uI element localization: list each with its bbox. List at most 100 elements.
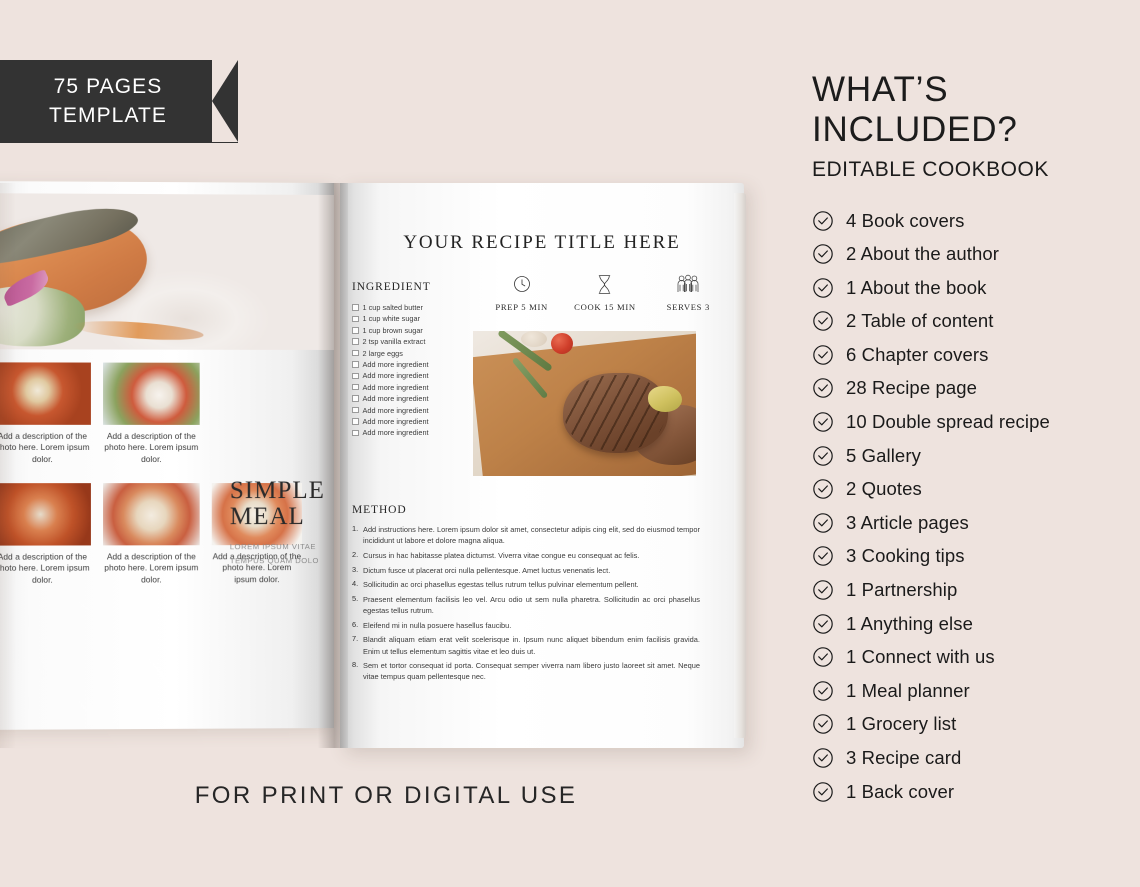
- ingredient-item[interactable]: 1 cup white sugar: [352, 314, 477, 323]
- check-circle-icon: [813, 277, 833, 298]
- ingredient-item[interactable]: Add more ingredient: [352, 417, 477, 426]
- checklist-item[interactable]: 5 Gallery: [812, 444, 1132, 468]
- method-step-number: 1.: [352, 524, 359, 533]
- ingredient-item[interactable]: 1 cup brown sugar: [352, 326, 477, 335]
- checklist-item[interactable]: 2 Quotes: [812, 477, 1132, 501]
- thumbnail-row-top: Add a description of the photo here. Lor…: [0, 362, 200, 465]
- method-step: 4. Sollicitudin ac orci phasellus egestas…: [352, 579, 700, 590]
- checklist-item[interactable]: 1 Anything else: [812, 612, 1132, 636]
- panel-title-line-1: WHAT’S: [812, 70, 949, 109]
- ingredient-item[interactable]: Add more ingredient: [352, 406, 477, 415]
- checklist-item[interactable]: 1 Meal planner: [812, 679, 1132, 703]
- checkbox-icon[interactable]: [352, 349, 359, 357]
- headline-line-2: MEAL: [229, 502, 305, 530]
- ingredient-item[interactable]: Add more ingredient: [352, 360, 477, 369]
- method-step-number: 8.: [352, 660, 359, 670]
- checklist-item-label: 3 Recipe card: [846, 747, 962, 768]
- checkbox-icon[interactable]: [352, 429, 359, 437]
- ingredient-item[interactable]: Add more ingredient: [352, 371, 477, 380]
- recipe-title: YOUR RECIPE TITLE HERE: [403, 232, 681, 253]
- people-icon: [647, 271, 730, 297]
- checkbox-icon[interactable]: [352, 406, 359, 414]
- ingredient-label: Add more ingredient: [362, 359, 429, 369]
- checklist-item[interactable]: 3 Recipe card: [812, 746, 1132, 770]
- check-circle-icon: [813, 311, 833, 332]
- checklist-item[interactable]: 2 About the author: [812, 242, 1132, 266]
- ingredient-item[interactable]: 2 tsp vanilla extract: [352, 337, 477, 346]
- checkbox-icon[interactable]: [352, 395, 359, 402]
- ingredient-label: Add more ingredient: [362, 416, 429, 426]
- ingredient-item[interactable]: Add more ingredient: [352, 394, 477, 403]
- checkbox-icon[interactable]: [352, 372, 359, 380]
- checklist-item[interactable]: 3 Cooking tips: [812, 544, 1132, 568]
- thumbnail-photo-spaghetti: [0, 362, 91, 425]
- book-left-page: Add a description of the photo here. Lor…: [0, 181, 334, 730]
- ingredient-label: Add more ingredient: [362, 394, 429, 404]
- ingredient-item[interactable]: Add more ingredient: [352, 428, 477, 437]
- check-circle-icon: [813, 714, 833, 735]
- ribbon-line-2: TEMPLATE: [48, 103, 168, 127]
- thumbnail-photo-penne: [0, 483, 91, 546]
- checklist-item[interactable]: 6 Chapter covers: [812, 343, 1132, 367]
- checkbox-icon[interactable]: [352, 361, 359, 368]
- checklist-item-label: 1 Partnership: [846, 579, 958, 601]
- checkbox-icon[interactable]: [352, 315, 359, 323]
- pages-ribbon-badge: 75 PAGES TEMPLATE: [0, 60, 238, 143]
- recipe-meta-serves: SERVES 3: [647, 271, 730, 312]
- ingredient-label: 1 cup brown sugar: [362, 325, 423, 335]
- checklist-item[interactable]: 28 Recipe page: [812, 376, 1132, 400]
- checklist-item[interactable]: 2 Table of content: [812, 309, 1132, 333]
- page-root: 75 PAGES TEMPLATE Add a description of t…: [0, 0, 1140, 887]
- check-circle-icon: [813, 412, 833, 432]
- method-list: 1. Add instructions here. Lorem ipsum dol…: [352, 524, 700, 686]
- ingredient-item[interactable]: 1 cup salted butter: [352, 303, 477, 312]
- checklist-item[interactable]: 1 Grocery list: [812, 712, 1132, 736]
- recipe-meta-label: COOK 15 MIN: [574, 302, 636, 312]
- ingredient-label: 1 cup salted butter: [362, 303, 423, 312]
- ingredient-label: 2 large eggs: [362, 348, 403, 358]
- method-step-number: 4.: [352, 579, 359, 589]
- checklist-item[interactable]: 10 Double spread recipe: [812, 410, 1132, 434]
- checklist-item[interactable]: 1 Partnership: [812, 578, 1132, 602]
- whats-included-panel: WHAT’S INCLUDED? EDITABLE COOKBOOK 4 Boo…: [812, 70, 1132, 813]
- checklist-item-label: 1 About the book: [846, 276, 987, 298]
- panel-title-line-2: INCLUDED?: [812, 110, 1018, 150]
- grill-marks-shape: [565, 375, 665, 451]
- thumbnail-caption: Add a description of the photo here. Lor…: [104, 430, 199, 464]
- ingredient-item[interactable]: 2 large eggs: [352, 349, 477, 358]
- checklist-item[interactable]: 4 Book covers: [812, 209, 1132, 233]
- checklist-item[interactable]: 1 Back cover: [812, 780, 1132, 804]
- method-step-number: 5.: [352, 593, 359, 603]
- thumbnail-photo-shrimp: [103, 483, 200, 546]
- thumbnail-caption: Add a description of the photo here. Lor…: [0, 430, 90, 464]
- check-circle-icon: [813, 681, 833, 701]
- herb-butter-shape: [648, 386, 682, 412]
- thumbnail-cell: Add a description of the photo here. Lor…: [0, 362, 91, 465]
- thumbnail-cell: Add a description of the photo here. Lor…: [103, 483, 200, 586]
- method-step-text: Cursus in hac habitasse platea dictumst.…: [363, 550, 640, 560]
- checkbox-icon[interactable]: [352, 327, 359, 334]
- method-heading: METHOD: [352, 504, 407, 516]
- ingredient-label: 2 tsp vanilla extract: [362, 337, 426, 347]
- checklist-item-label: 1 Grocery list: [846, 713, 957, 735]
- left-page-headline-block: SIMPLE MEAL LOREM IPSUM VITAE TEMPUS QUA…: [229, 477, 330, 567]
- clock-icon: [480, 271, 563, 297]
- checklist-item[interactable]: 1 Connect with us: [812, 645, 1132, 669]
- method-step-text: Add instructions here. Lorem ipsum dolor…: [363, 525, 700, 546]
- checklist-item-label: 6 Chapter covers: [846, 343, 989, 365]
- checklist-item-label: 3 Cooking tips: [846, 545, 965, 567]
- method-step-text: Dictum fusce ut placerat orci nulla pell…: [363, 565, 611, 575]
- method-step-text: Blandit aliquam etiam erat velit sceleri…: [363, 635, 700, 656]
- headline-line-1: SIMPLE: [229, 477, 325, 505]
- method-step-number: 6.: [352, 619, 359, 629]
- checkbox-icon[interactable]: [352, 383, 359, 391]
- checkbox-icon[interactable]: [352, 338, 359, 345]
- checkbox-icon[interactable]: [352, 304, 359, 311]
- checkbox-icon[interactable]: [352, 418, 359, 425]
- check-circle-icon: [813, 244, 833, 264]
- check-circle-icon: [813, 546, 833, 567]
- checklist-item[interactable]: 1 About the book: [812, 276, 1132, 300]
- checklist-item[interactable]: 3 Article pages: [812, 511, 1132, 535]
- check-circle-icon: [813, 613, 833, 634]
- ingredient-item[interactable]: Add more ingredient: [352, 383, 477, 392]
